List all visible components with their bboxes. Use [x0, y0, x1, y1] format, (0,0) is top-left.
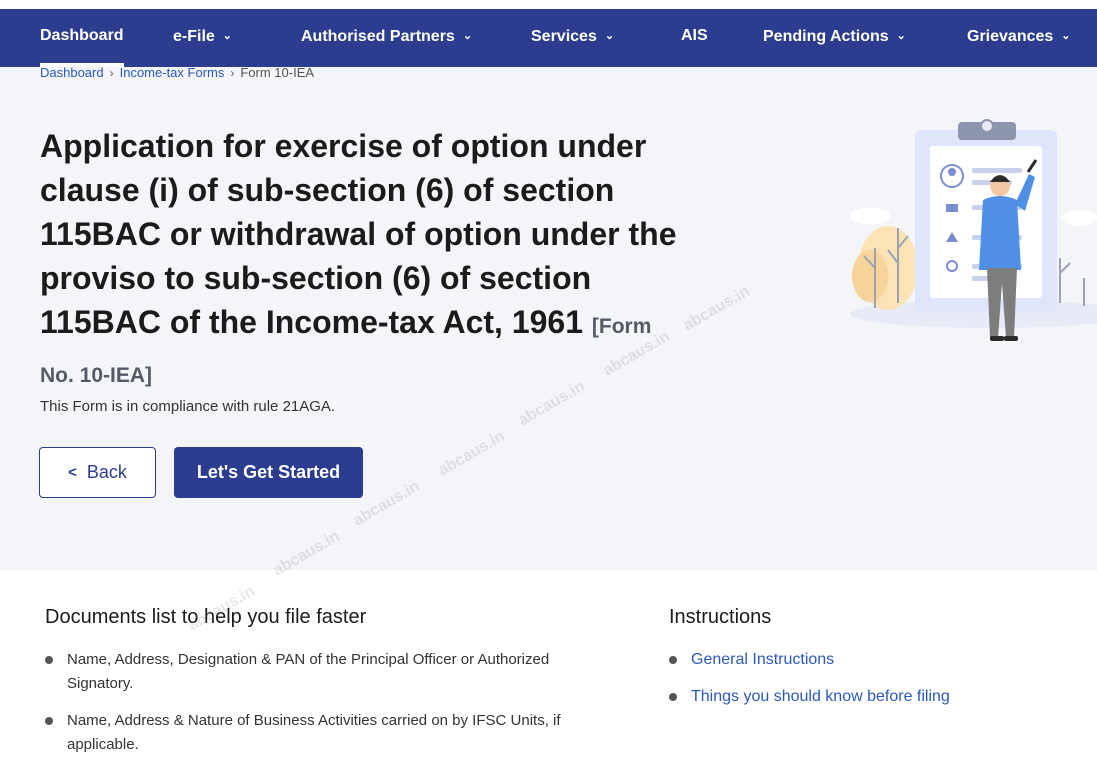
nav-label: AIS: [681, 27, 708, 44]
list-item: Things you should know before filing: [669, 685, 950, 709]
bullet-icon: [45, 717, 53, 725]
things-to-know-link[interactable]: Things you should know before filing: [691, 688, 950, 705]
bullet-icon: [45, 656, 53, 664]
list-item: Name, Address & Nature of Business Activ…: [45, 709, 605, 757]
nav-item-pending-actions[interactable]: Pending Actions ⌄: [763, 9, 906, 67]
form-filling-illustration-icon: [850, 119, 1097, 341]
nav-label: Grievances: [967, 28, 1054, 45]
back-button[interactable]: < Back: [39, 447, 156, 498]
nav-label: Services: [531, 28, 597, 45]
page-title: Application for exercise of option under…: [40, 124, 680, 398]
list-item: General Instructions: [669, 648, 950, 672]
chevron-left-icon: <: [68, 464, 77, 481]
nav-label: e-File: [173, 28, 215, 45]
general-instructions-link[interactable]: General Instructions: [691, 651, 834, 668]
documents-list: Name, Address, Designation & PAN of the …: [45, 648, 605, 767]
breadcrumb: Dashboard › Income-tax Forms › Form 10-IEA: [40, 65, 314, 80]
chevron-down-icon: ⌄: [462, 30, 473, 42]
nav-item-grievances[interactable]: Grievances ⌄: [967, 9, 1071, 67]
nav-item-dashboard[interactable]: Dashboard: [40, 9, 124, 67]
nav-item-efile[interactable]: e-File ⌄: [173, 9, 232, 67]
nav-label: Dashboard: [40, 27, 124, 44]
nav-label: Pending Actions: [763, 28, 889, 45]
documents-heading: Documents list to help you file faster: [45, 606, 367, 628]
list-item-text: Name, Address, Designation & PAN of the …: [67, 651, 550, 692]
back-button-label: Back: [86, 462, 127, 482]
top-navbar: Dashboard e-File ⌄ Authorised Partners ⌄ S…: [0, 9, 1097, 67]
breadcrumb-separator-icon: ›: [109, 66, 114, 80]
page-title-text: Application for exercise of option under…: [40, 128, 677, 340]
instructions-heading: Instructions: [669, 606, 772, 628]
chevron-down-icon: ⌄: [1061, 30, 1071, 42]
nav-item-authorised-partners[interactable]: Authorised Partners ⌄: [301, 9, 472, 67]
chevron-down-icon: ⌄: [604, 30, 615, 42]
nav-label: Authorised Partners: [301, 28, 455, 45]
top-strip: [0, 0, 1097, 9]
breadcrumb-current: Form 10-IEA: [240, 65, 315, 80]
bullet-icon: [669, 656, 677, 664]
nav-item-ais[interactable]: AIS: [681, 9, 708, 67]
get-started-label: Let's Get Started: [196, 462, 341, 482]
bullet-icon: [669, 693, 677, 701]
list-item: Name, Address, Designation & PAN of the …: [45, 648, 605, 696]
instructions-list: General Instructions Things you should k…: [669, 648, 950, 722]
breadcrumb-income-tax-forms[interactable]: Income-tax Forms: [120, 65, 225, 80]
list-item-text: Name, Address & Nature of Business Activ…: [67, 712, 561, 753]
compliance-note: This Form is in compliance with rule 21A…: [40, 398, 336, 415]
nav-item-services[interactable]: Services ⌄: [531, 9, 614, 67]
get-started-button[interactable]: Let's Get Started: [174, 447, 363, 498]
chevron-down-icon: ⌄: [896, 30, 906, 42]
breadcrumb-dashboard[interactable]: Dashboard: [40, 65, 104, 80]
breadcrumb-separator-icon: ›: [230, 66, 235, 80]
chevron-down-icon: ⌄: [222, 30, 233, 42]
